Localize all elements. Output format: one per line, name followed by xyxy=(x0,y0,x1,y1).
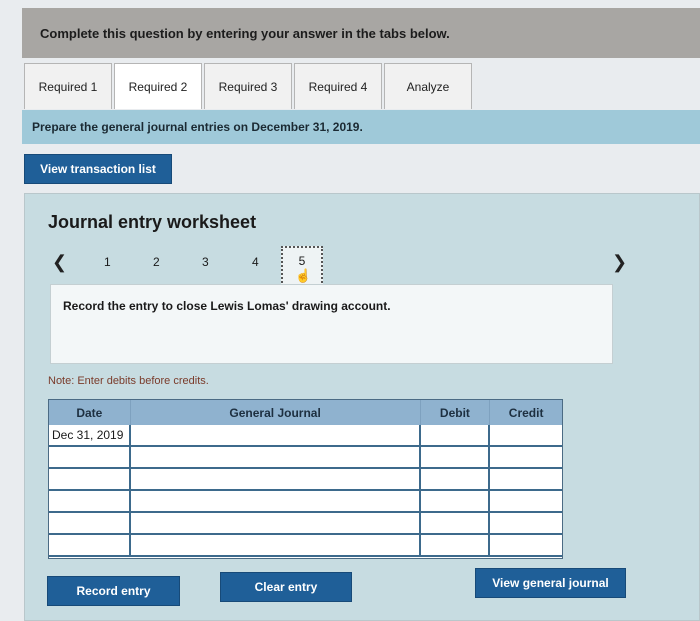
credit-cell[interactable] xyxy=(490,513,562,535)
worksheet-page-3[interactable]: 3 xyxy=(202,255,209,269)
debit-cell[interactable] xyxy=(420,447,491,469)
date-cell[interactable]: Dec 31, 2019 xyxy=(49,425,131,447)
account-cell[interactable] xyxy=(130,447,421,469)
worksheet-page-4[interactable]: 4 xyxy=(252,255,259,269)
debit-cell[interactable] xyxy=(420,425,491,447)
debit-cell[interactable] xyxy=(420,535,491,557)
tab-analyze[interactable]: Analyze xyxy=(384,63,472,109)
date-cell[interactable] xyxy=(49,535,131,557)
banner-text: Complete this question by entering your … xyxy=(40,25,450,41)
table-row xyxy=(49,491,562,513)
worksheet-page-2[interactable]: 2 xyxy=(153,255,160,269)
worksheet-page-5[interactable]: 5 ☝ xyxy=(281,246,323,286)
date-cell[interactable] xyxy=(49,491,131,513)
debit-cell[interactable] xyxy=(420,469,491,491)
view-transaction-list-button[interactable]: View transaction list xyxy=(24,154,172,184)
table-row xyxy=(49,535,562,557)
header-credit: Credit xyxy=(490,400,562,425)
journal-header-row: Date General Journal Debit Credit xyxy=(49,400,562,425)
credit-cell[interactable] xyxy=(490,469,562,491)
header-general-journal: General Journal xyxy=(130,400,421,425)
debit-credit-note: Note: Enter debits before credits. xyxy=(48,375,209,387)
worksheet-page-1[interactable]: 1 xyxy=(104,255,111,269)
account-cell[interactable] xyxy=(130,513,421,535)
table-row xyxy=(49,513,562,535)
instruction-bar: Prepare the general journal entries on D… xyxy=(22,110,700,144)
tab-required-3[interactable]: Required 3 xyxy=(204,63,292,109)
hand-cursor-icon: ☝ xyxy=(295,268,312,283)
account-cell[interactable] xyxy=(130,425,421,447)
account-cell[interactable] xyxy=(130,491,421,513)
credit-cell[interactable] xyxy=(490,491,562,513)
tab-bar: Required 1 Required 2 Required 3 Require… xyxy=(24,63,474,109)
debit-cell[interactable] xyxy=(420,491,491,513)
credit-cell[interactable] xyxy=(490,535,562,557)
debit-cell[interactable] xyxy=(420,513,491,535)
question-banner: Complete this question by entering your … xyxy=(22,8,700,58)
clear-entry-button[interactable]: Clear entry xyxy=(220,572,352,602)
table-row xyxy=(49,447,562,469)
chevron-left-icon[interactable]: ❮ xyxy=(52,252,67,273)
view-general-journal-button[interactable]: View general journal xyxy=(475,568,626,598)
tab-required-2[interactable]: Required 2 xyxy=(114,63,202,109)
instruction-text: Prepare the general journal entries on D… xyxy=(32,120,363,134)
record-entry-button[interactable]: Record entry xyxy=(47,576,180,606)
journal-table: Date General Journal Debit Credit Dec 31… xyxy=(48,399,563,559)
tab-required-1[interactable]: Required 1 xyxy=(24,63,112,109)
credit-cell[interactable] xyxy=(490,425,562,447)
table-row xyxy=(49,469,562,491)
entry-prompt-text: Record the entry to close Lewis Lomas' d… xyxy=(63,299,391,313)
account-cell[interactable] xyxy=(130,535,421,557)
credit-cell[interactable] xyxy=(490,447,562,469)
worksheet-title: Journal entry worksheet xyxy=(48,212,257,232)
date-cell[interactable] xyxy=(49,513,131,535)
date-cell[interactable] xyxy=(49,447,131,469)
worksheet-page-5-label: 5 xyxy=(298,254,306,268)
table-row: Dec 31, 2019 xyxy=(49,425,562,447)
chevron-right-icon[interactable]: ❯ xyxy=(612,252,627,273)
header-date: Date xyxy=(49,400,131,425)
entry-prompt-box: Record the entry to close Lewis Lomas' d… xyxy=(50,284,613,364)
tab-required-4[interactable]: Required 4 xyxy=(294,63,382,109)
header-debit: Debit xyxy=(420,400,491,425)
account-cell[interactable] xyxy=(130,469,421,491)
date-cell[interactable] xyxy=(49,469,131,491)
